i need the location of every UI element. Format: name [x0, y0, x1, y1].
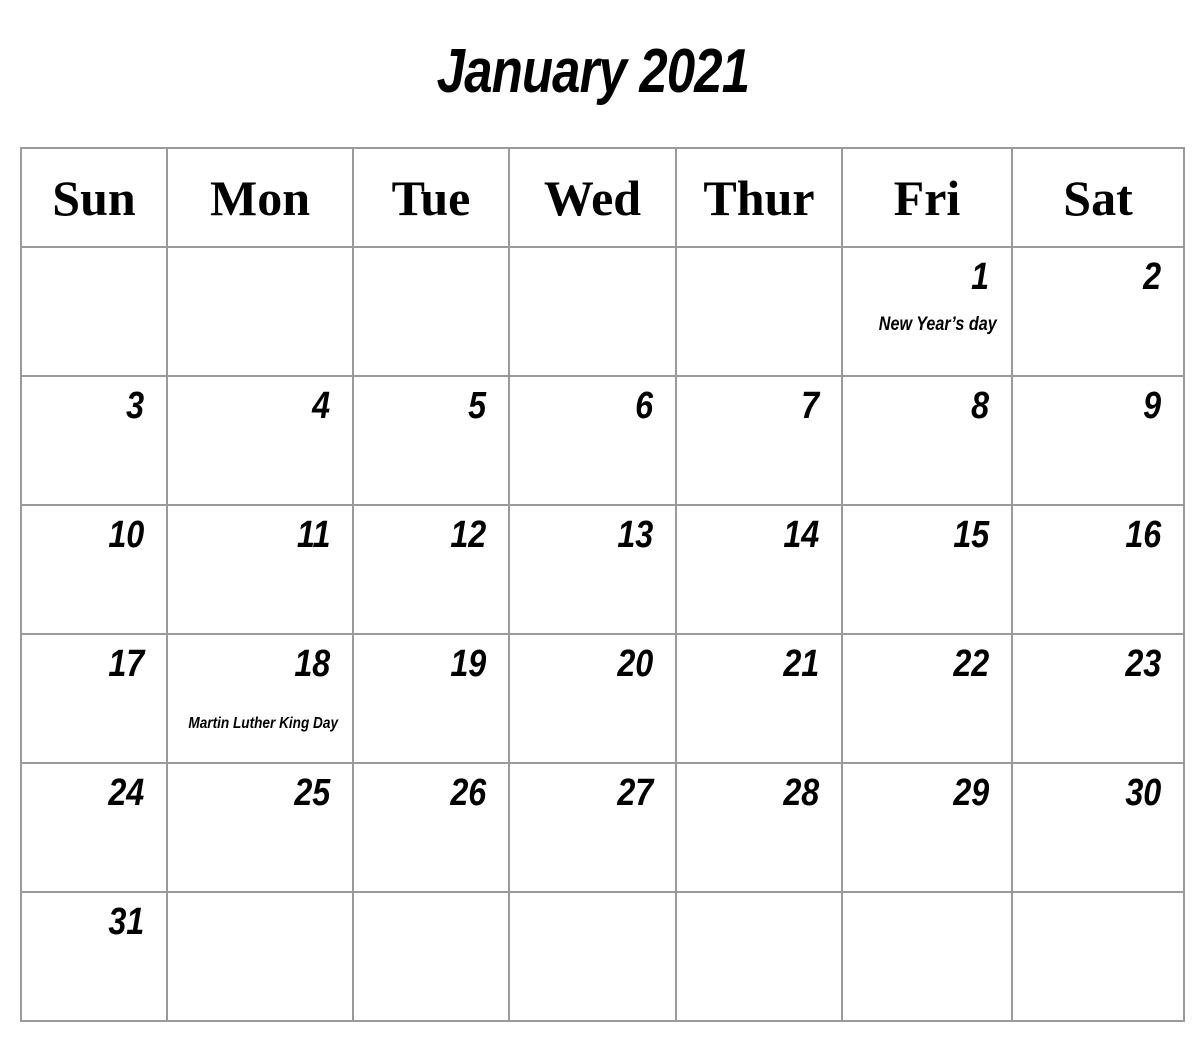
day-number: 14: [783, 514, 819, 556]
day-number: 12: [450, 514, 486, 556]
day-cell: 5: [352, 375, 510, 506]
day-number: 19: [450, 643, 486, 685]
empty-day-cell: [352, 246, 510, 377]
day-cell: 17: [20, 633, 168, 764]
weekday-fri: Fri: [841, 147, 1013, 248]
calendar-title: January 2021: [436, 37, 750, 106]
day-number: 28: [783, 772, 819, 814]
day-number: 9: [1143, 385, 1161, 427]
day-cell: 25: [166, 762, 354, 893]
day-number: 29: [953, 772, 989, 814]
day-number: 6: [635, 385, 653, 427]
day-cell: 14: [675, 504, 843, 635]
empty-day-cell: [508, 246, 677, 377]
week-row: 24 25 26 27 28 29 30: [20, 762, 1185, 893]
day-cell: 9: [1011, 375, 1185, 506]
day-cell: 13: [508, 504, 677, 635]
day-number: 30: [1125, 772, 1161, 814]
day-number: 3: [126, 385, 144, 427]
day-cell: 2: [1011, 246, 1185, 377]
day-number: 15: [953, 514, 989, 556]
day-cell: 22: [841, 633, 1013, 764]
empty-day-cell: [20, 246, 168, 377]
day-cell: 29: [841, 762, 1013, 893]
week-row: 17 18 Martin Luther King Day 19 20 21 22 23: [20, 633, 1185, 764]
day-number: 2: [1143, 256, 1161, 298]
week-row: 10 11 12 13 14 15 16: [20, 504, 1185, 635]
calendar-grid: Sun Mon Tue Wed Thur Fri Sat 1 New Year’s…: [20, 147, 1185, 1022]
day-cell: 8: [841, 375, 1013, 506]
week-row: 1 New Year’s day 2: [20, 246, 1185, 377]
day-cell: 19: [352, 633, 510, 764]
day-number: 20: [617, 643, 653, 685]
day-cell: 23: [1011, 633, 1185, 764]
day-number: 10: [108, 514, 144, 556]
weekday-sat: Sat: [1011, 147, 1185, 248]
day-number: 4: [312, 385, 330, 427]
empty-day-cell: [352, 891, 510, 1022]
empty-day-cell: [1011, 891, 1185, 1022]
day-cell: 30: [1011, 762, 1185, 893]
day-number: 16: [1125, 514, 1161, 556]
weekday-tue: Tue: [352, 147, 510, 248]
day-number: 11: [296, 514, 330, 556]
week-row: 3 4 5 6 7 8 9: [20, 375, 1185, 506]
day-cell: 16: [1011, 504, 1185, 635]
week-row: 31: [20, 891, 1185, 1022]
holiday-label: New Year’s day: [879, 314, 997, 335]
day-cell: 18 Martin Luther King Day: [166, 633, 354, 764]
day-number: 8: [971, 385, 989, 427]
day-cell: 28: [675, 762, 843, 893]
weekday-sun: Sun: [20, 147, 168, 248]
day-cell: 20: [508, 633, 677, 764]
day-number: 5: [468, 385, 486, 427]
weekday-mon: Mon: [166, 147, 354, 248]
day-number: 7: [801, 385, 819, 427]
weekday-wed: Wed: [508, 147, 677, 248]
weekday-thu: Thur: [675, 147, 843, 248]
day-cell: 7: [675, 375, 843, 506]
empty-day-cell: [166, 246, 354, 377]
day-number: 26: [450, 772, 486, 814]
empty-day-cell: [675, 246, 843, 377]
day-cell: 31: [20, 891, 168, 1022]
day-cell: 27: [508, 762, 677, 893]
day-number: 24: [108, 772, 144, 814]
day-number: 27: [617, 772, 653, 814]
day-cell: 21: [675, 633, 843, 764]
day-number: 22: [953, 643, 989, 685]
day-number: 13: [617, 514, 653, 556]
day-cell: 11: [166, 504, 354, 635]
day-cell: 1 New Year’s day: [841, 246, 1013, 377]
day-cell: 4: [166, 375, 354, 506]
empty-day-cell: [166, 891, 354, 1022]
day-number: 18: [294, 643, 330, 685]
day-cell: 3: [20, 375, 168, 506]
day-number: 21: [783, 643, 819, 685]
empty-day-cell: [841, 891, 1013, 1022]
weekday-header-row: Sun Mon Tue Wed Thur Fri Sat: [20, 147, 1185, 248]
day-number: 1: [971, 256, 989, 298]
empty-day-cell: [508, 891, 677, 1022]
day-cell: 26: [352, 762, 510, 893]
day-cell: 6: [508, 375, 677, 506]
day-cell: 24: [20, 762, 168, 893]
holiday-label: Martin Luther King Day: [188, 715, 338, 732]
day-number: 31: [108, 901, 144, 943]
day-cell: 12: [352, 504, 510, 635]
day-cell: 10: [20, 504, 168, 635]
empty-day-cell: [675, 891, 843, 1022]
day-number: 25: [294, 772, 330, 814]
day-cell: 15: [841, 504, 1013, 635]
day-number: 17: [108, 643, 144, 685]
day-number: 23: [1125, 643, 1161, 685]
